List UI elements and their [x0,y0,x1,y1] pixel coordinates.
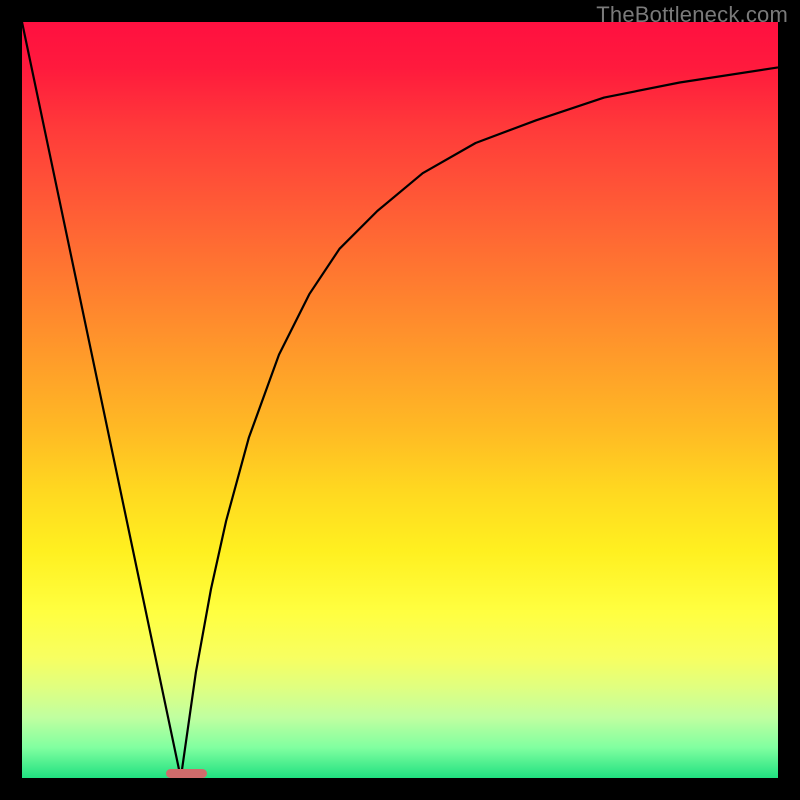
curve-layer [22,22,778,778]
chart-frame: TheBottleneck.com [0,0,800,800]
plot-area [22,22,778,778]
curve-path [22,22,778,778]
bottom-marker [166,769,208,778]
